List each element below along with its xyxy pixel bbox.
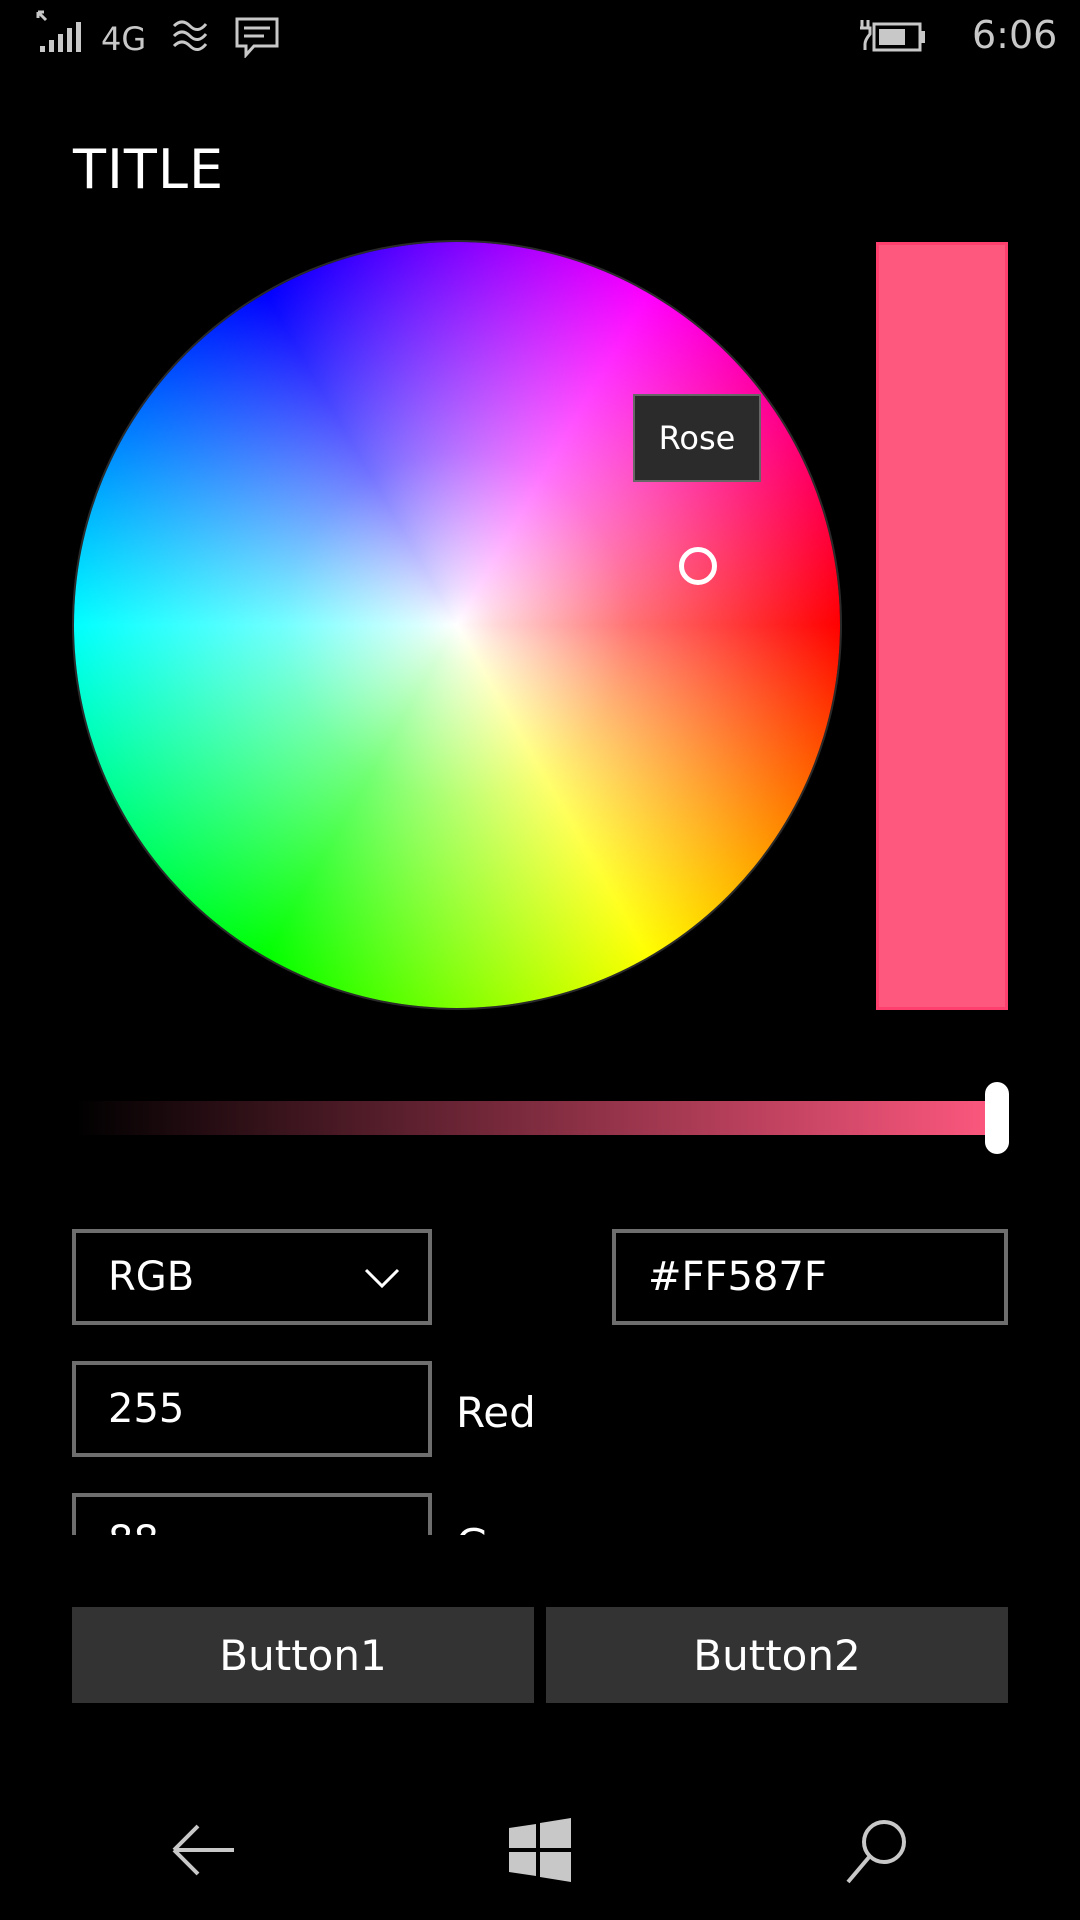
red-input[interactable]: 255 [72,1361,432,1457]
color-name-tooltip: Rose [633,394,761,482]
color-wheel-thumb[interactable] [679,547,717,585]
signal-icon [36,10,81,52]
wifi-calling-icon [172,20,208,51]
page-title: TITLE [73,138,225,201]
green-label: Green [456,1520,583,1535]
button2[interactable]: Button2 [546,1607,1008,1703]
value-slider-thumb[interactable] [985,1082,1009,1154]
windows-logo-icon[interactable] [500,1810,580,1890]
value-slider-track[interactable] [74,1101,1000,1135]
message-icon [235,17,279,58]
green-input[interactable]: 88 [72,1493,432,1535]
color-preview-swatch [876,242,1008,1010]
back-arrow-icon[interactable] [164,1810,244,1890]
red-label: Red [456,1388,536,1437]
color-wheel[interactable] [74,242,840,1008]
search-icon[interactable] [836,1810,916,1890]
network-type: 4G [101,20,147,58]
hex-input-value: #FF587F [648,1254,827,1300]
hex-input[interactable]: #FF587F [612,1229,1008,1325]
chevron-down-icon [364,1268,400,1289]
color-mode-select[interactable]: RGB [72,1229,432,1325]
red-input-value: 255 [108,1386,185,1432]
button1[interactable]: Button1 [72,1607,534,1703]
color-mode-value: RGB [108,1254,195,1300]
clock: 6:06 [972,13,1058,57]
status-bar: 4G 6:06 [0,0,1080,72]
navigation-bar [0,1780,1080,1920]
battery-charging-icon [860,20,925,52]
scroll-clip-region: 88 Green [72,1493,632,1535]
green-input-value: 88 [108,1518,159,1535]
